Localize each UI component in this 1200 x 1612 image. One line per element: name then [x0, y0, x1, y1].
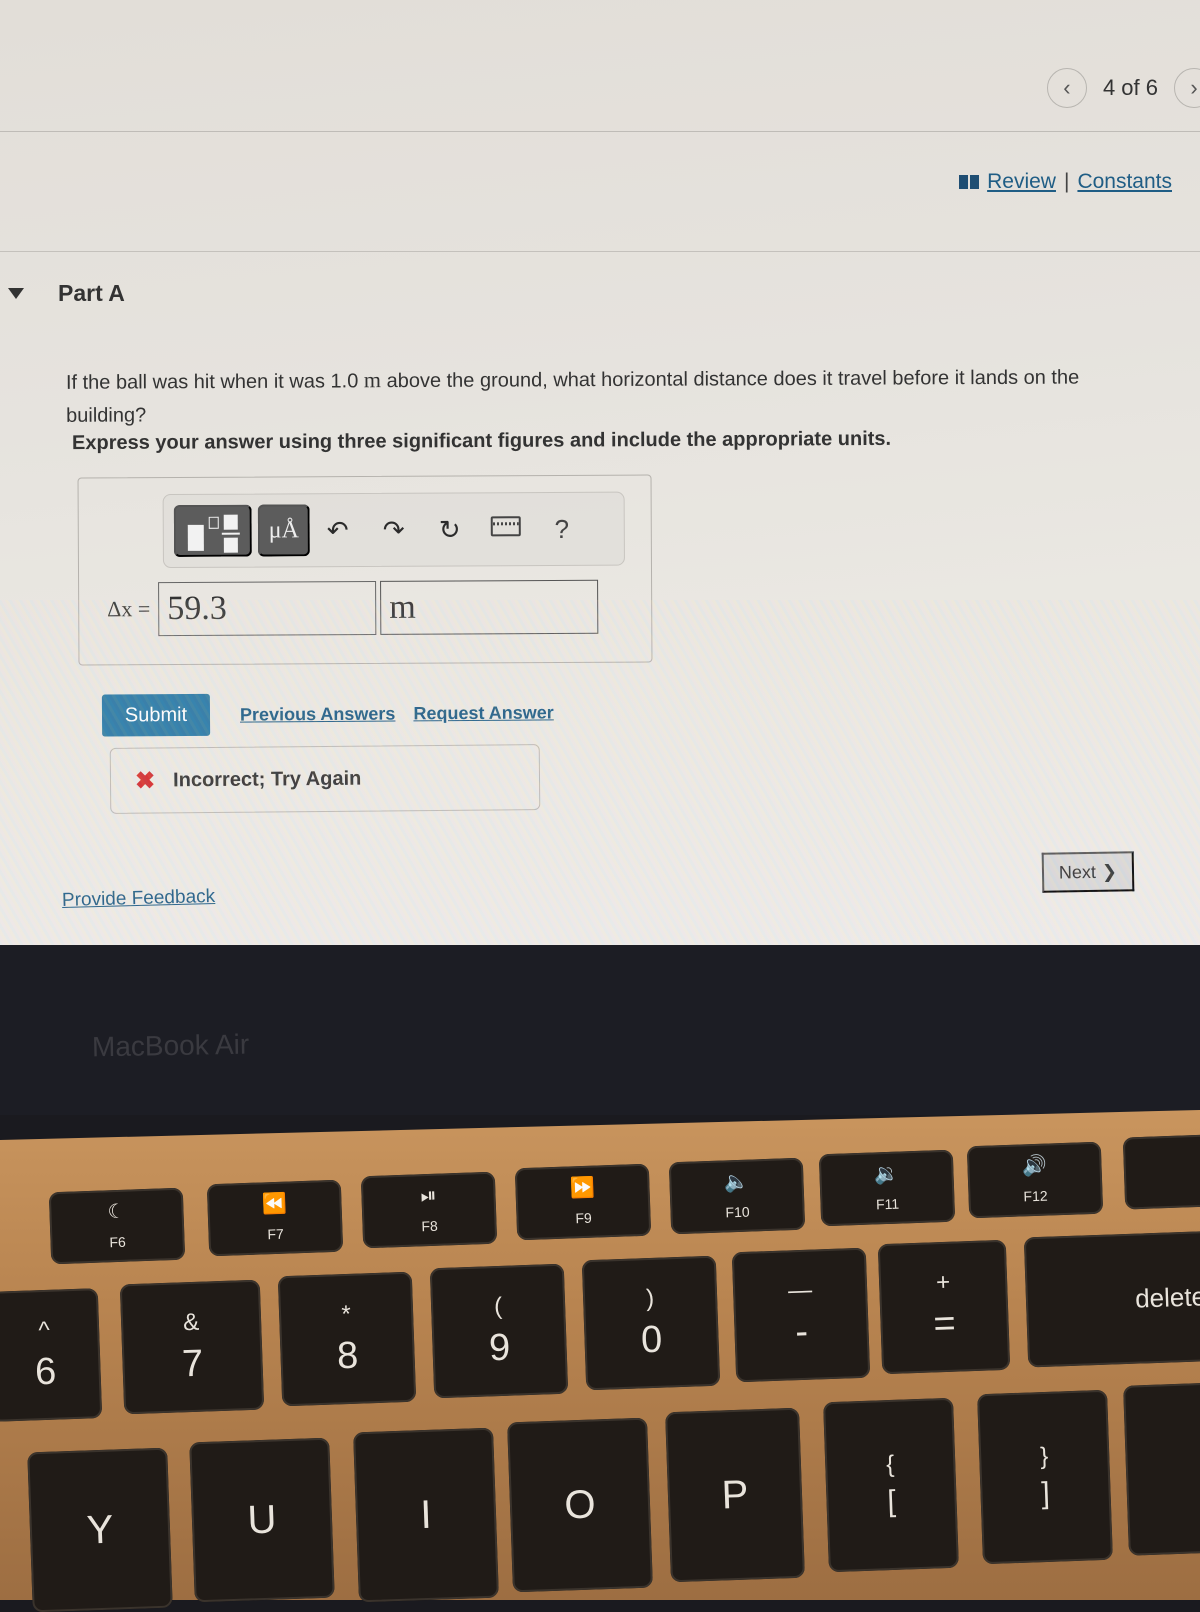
key-0[interactable]: ) 0: [581, 1255, 721, 1391]
question-unit: m: [363, 367, 382, 393]
key-delete[interactable]: delete: [1023, 1230, 1200, 1368]
part-header[interactable]: Part A: [8, 280, 125, 307]
key-f6[interactable]: ☾ F6: [48, 1187, 186, 1265]
instruction-text: Express your answer using three signific…: [71, 427, 892, 455]
key-p[interactable]: P: [665, 1407, 805, 1583]
submit-button[interactable]: Submit: [101, 693, 211, 737]
mute-icon: 🔈: [723, 1170, 750, 1194]
review-link[interactable]: Review: [987, 170, 1056, 194]
play-pause-icon: ⏯: [420, 1184, 437, 1208]
key-backslash[interactable]: [1123, 1382, 1200, 1556]
key-7[interactable]: & 7: [119, 1279, 265, 1415]
key-close-bracket[interactable]: } ]: [977, 1389, 1113, 1565]
fast-forward-icon: ⏩: [569, 1176, 596, 1200]
rewind-icon: ⏪: [261, 1192, 288, 1216]
key-power[interactable]: [1122, 1134, 1200, 1210]
key-y[interactable]: Y: [27, 1447, 173, 1612]
units-button[interactable]: μÅ: [257, 504, 310, 557]
feedback-text: Incorrect; Try Again: [173, 767, 362, 791]
page-count: 4 of 6: [1102, 75, 1158, 100]
key-f11[interactable]: 🔉 F11: [818, 1149, 956, 1227]
volume-down-icon: 🔉: [873, 1162, 900, 1186]
key-equals[interactable]: + =: [877, 1239, 1011, 1375]
key-9[interactable]: ( 9: [429, 1263, 569, 1399]
feedback-message: ✖ Incorrect; Try Again: [109, 744, 541, 814]
key-minus[interactable]: — -: [731, 1247, 871, 1383]
resource-links: Review | Constants: [959, 170, 1172, 194]
device-brand: MacBook Air: [91, 1028, 250, 1063]
answer-unit-input[interactable]: [380, 579, 599, 635]
keyboard-icon: [490, 516, 521, 537]
key-o[interactable]: O: [507, 1417, 653, 1593]
separator: |: [1063, 170, 1070, 193]
question-text: If the ball was hit when it was 1.0 m ab…: [65, 366, 1080, 427]
next-problem-button[interactable]: ›: [1174, 68, 1200, 108]
key-6[interactable]: ^ 6: [0, 1288, 103, 1422]
key-open-bracket[interactable]: { [: [823, 1397, 959, 1573]
next-label: Next: [1058, 861, 1097, 883]
key-8[interactable]: * 8: [277, 1271, 417, 1407]
answer-actions: Submit Previous Answers Request Answer: [101, 691, 554, 737]
chevron-right-icon: ❯: [1101, 860, 1118, 882]
problem-navigation: ‹ 4 of 6 ›: [1046, 66, 1200, 110]
previous-answers-link[interactable]: Previous Answers: [240, 703, 396, 725]
answer-value-input[interactable]: [158, 580, 377, 637]
variable-label: Δx =: [107, 596, 151, 622]
x-icon: ✖: [134, 766, 156, 795]
undo-icon[interactable]: ↶: [310, 514, 366, 545]
math-toolbar: μÅ ↶ ↷ ↻ ?: [162, 491, 625, 569]
key-f12[interactable]: 🔊 F12: [966, 1141, 1104, 1219]
answer-box: μÅ ↶ ↷ ↻ ? Δx =: [77, 474, 653, 666]
moon-icon: ☾: [107, 1200, 126, 1224]
request-answer-link[interactable]: Request Answer: [413, 702, 554, 724]
book-icon: [959, 175, 980, 189]
chevron-left-icon: ‹: [1063, 75, 1071, 100]
key-f10[interactable]: 🔈 F10: [668, 1157, 806, 1235]
redo-icon[interactable]: ↷: [366, 514, 422, 545]
help-icon[interactable]: ?: [534, 513, 590, 544]
constants-link[interactable]: Constants: [1077, 170, 1172, 194]
key-i[interactable]: I: [353, 1427, 499, 1603]
collapse-triangle-icon[interactable]: [8, 288, 24, 299]
keyboard-button[interactable]: [478, 516, 534, 542]
key-f7[interactable]: ⏪ F7: [206, 1179, 344, 1257]
chevron-right-icon: ›: [1190, 75, 1198, 100]
next-button[interactable]: Next ❯: [1041, 851, 1135, 893]
key-f8[interactable]: ⏯ F8: [360, 1171, 498, 1249]
key-u[interactable]: U: [189, 1437, 335, 1603]
reset-icon[interactable]: ↻: [422, 514, 478, 545]
volume-up-icon: 🔊: [1021, 1154, 1048, 1178]
templates-button[interactable]: [173, 504, 252, 558]
divider: [0, 251, 1200, 252]
screen: ‹ 4 of 6 › Review | Constants Part A If …: [0, 0, 1200, 970]
provide-feedback-link[interactable]: Provide Feedback: [62, 886, 216, 912]
previous-problem-button[interactable]: ‹: [1046, 68, 1087, 108]
divider: [0, 131, 1200, 132]
key-f9[interactable]: ⏩ F9: [514, 1163, 652, 1241]
answer-input-row: Δx =: [107, 579, 599, 637]
part-title: Part A: [58, 280, 125, 306]
